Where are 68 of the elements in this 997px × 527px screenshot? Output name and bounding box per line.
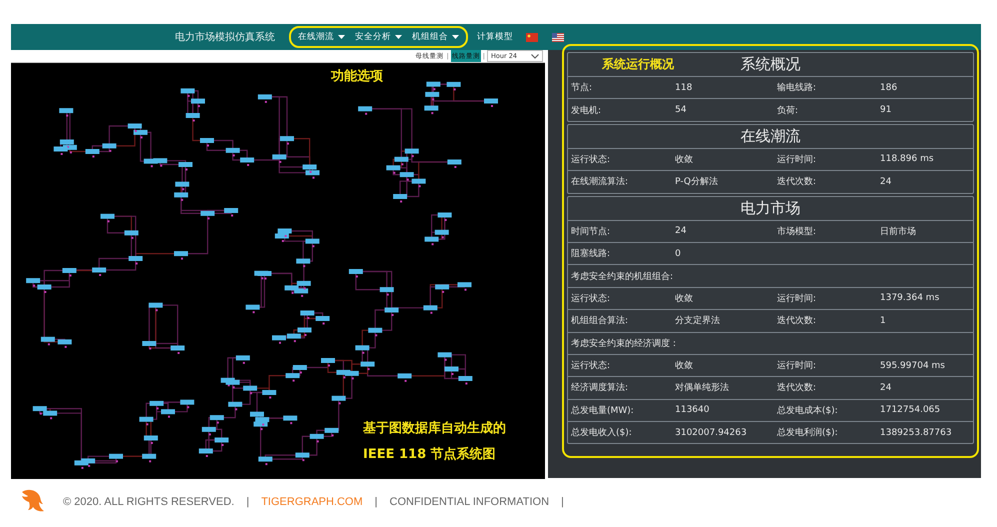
field-label: 阻塞线路: [570,248,612,260]
dropdown-menu[interactable]: 机组组合 [407,31,464,43]
field-label: 考虑安全约束的机组组合: [570,270,674,283]
field-label: 在线潮流算法: [570,176,630,188]
field-value: 118.896 ms [879,154,935,164]
field-value: 收敛 [674,154,694,166]
field-label: 负荷: [776,104,800,117]
menu-item[interactable]: 计算模型 [472,31,518,43]
field-value: 118 [674,82,694,93]
field-label: 总发电成本($): [776,404,839,417]
field-value: 24 [879,176,892,187]
footer-text: © 2020. ALL RIGHTS RESERVED. [63,496,234,508]
field-value: 1379.364 ms [879,293,940,304]
annotation-label: 功能选项 [331,68,383,85]
field-label: 市场模型: [776,226,818,238]
chinese-flag-icon[interactable] [526,32,538,42]
field-label: 时间节点: [570,226,612,238]
annotation-label: IEEE 118 节点系统图 [363,446,497,463]
annotation-label: 系统运行概况 [602,56,674,73]
footer-text: CONFIDENTIAL INFORMATION [390,496,550,508]
field-label: 总发电收入($): [570,426,633,440]
field-label: 运行时间: [776,360,818,372]
field-value: 对偶单纯形法 [674,382,730,394]
field-value: 1 [879,316,887,326]
field-value: 91 [879,105,892,116]
field-label: 迭代次数: [776,314,818,328]
field-label: 迭代次数: [776,382,818,394]
field-value: 0 [674,248,682,259]
field-label: 运行时间: [776,292,818,305]
annotation-label: 基于图数据库自动生成的 [363,420,506,437]
field-value: 24 [674,226,688,236]
section-title: 系统概况 [740,55,800,73]
section-title: 电力市场 [740,198,800,217]
field-label: 机组组合算法: [570,314,630,328]
separator: | [561,496,564,508]
field-label: 迭代次数: [776,176,818,188]
field-label: 总发电量(MW): [570,404,635,417]
field-value: 分支定界法 [674,314,721,328]
field-value: 595.99704 ms [879,360,946,371]
separator: | [374,496,378,508]
field-label: 输电线路: [776,82,818,94]
field-value: 186 [879,82,898,93]
field-value: P-Q分解法 [674,176,719,188]
field-value: 3102007.94263 [674,428,748,438]
field-value: 54 [674,105,688,116]
field-value: 收敛 [674,360,694,372]
field-value: 收敛 [674,292,694,305]
field-label: 运行状态: [570,292,612,305]
field-label: 发电机: [570,104,602,117]
field-value: 1712754.065 [879,405,942,416]
field-label: 总发电利润($): [776,426,839,440]
section-title: 在线潮流 [740,126,800,145]
separator: | [246,496,250,508]
field-label: 运行状态: [570,154,612,166]
field-value: 1389253.87763 [879,428,953,438]
field-value: 24 [879,382,892,393]
field-label: 节点: [570,82,594,94]
field-label: 经济调度算法: [570,382,630,394]
dropdown-menu[interactable]: 安全分析 [350,31,407,43]
us-flag-icon[interactable] [552,32,564,42]
field-value: 113640 [674,405,710,416]
field-label: 运行状态: [570,360,612,372]
chevron-icon [531,54,539,58]
field-label: 运行时间: [776,154,818,166]
app-title: 电力市场模拟仿真系统 [175,30,275,44]
dropdown-menu[interactable]: 在线潮流 [293,31,350,43]
field-label: 考虑安全约束的经济调度 : [570,338,677,350]
field-value: 日前市场 [879,226,917,238]
